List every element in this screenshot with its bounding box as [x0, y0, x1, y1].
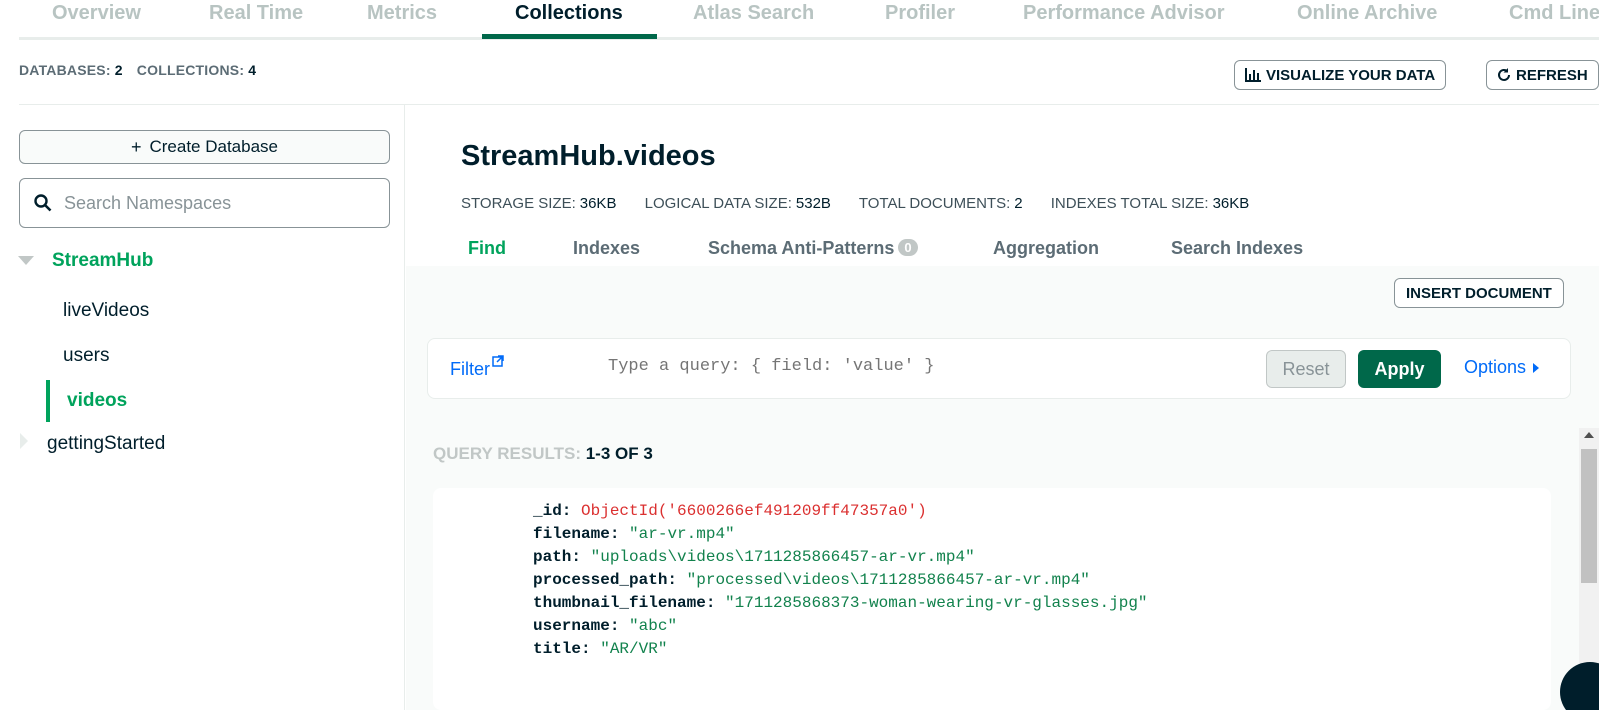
- create-database-label: Create Database: [149, 137, 279, 156]
- tab-overview[interactable]: Overview: [52, 2, 141, 25]
- document-field: username: "abc": [533, 617, 677, 635]
- field-key: thumbnail_filename:: [533, 594, 716, 612]
- collections-label: COLLECTIONS:: [136, 62, 245, 78]
- namespace-sidebar: + Create Database StreamHub liveVideos u…: [0, 105, 405, 710]
- field-value: "ar-vr.mp4": [629, 525, 735, 543]
- query-results-count: 1-3 OF 3: [585, 444, 653, 463]
- query-results-label: QUERY RESULTS:: [433, 444, 581, 463]
- refresh-button[interactable]: REFRESH: [1486, 60, 1599, 90]
- top-nav-tabs: Overview Real Time Metrics Collections A…: [19, 0, 1599, 40]
- options-label: Options: [1464, 357, 1527, 377]
- tab-online-archive[interactable]: Online Archive: [1297, 2, 1437, 25]
- search-namespaces-input[interactable]: [64, 192, 364, 214]
- visualize-data-label: VISUALIZE YOUR DATA: [1266, 66, 1436, 84]
- caret-right-icon: [1533, 362, 1540, 373]
- field-key: title:: [533, 640, 591, 658]
- caret-down-icon[interactable]: [18, 256, 34, 265]
- collection-videos[interactable]: videos: [67, 390, 127, 412]
- document-card[interactable]: _id: ObjectId('6600266ef491209ff47357a0'…: [433, 488, 1551, 710]
- refresh-label: REFRESH: [1516, 66, 1588, 84]
- collection-title: StreamHub.videos: [461, 140, 716, 172]
- database-gettingstarted[interactable]: gettingStarted: [47, 433, 165, 455]
- field-value: "processed\videos\1711285866457-ar-vr.mp…: [686, 571, 1090, 589]
- logical-size-value: 532B: [795, 195, 831, 212]
- collection-livevideos[interactable]: liveVideos: [63, 300, 149, 322]
- schema-count-badge: 0: [898, 239, 918, 256]
- tab-performance-advisor[interactable]: Performance Advisor: [1023, 2, 1225, 25]
- tab-profiler[interactable]: Profiler: [885, 2, 955, 25]
- tab-search-indexes[interactable]: Search Indexes: [1171, 238, 1303, 259]
- namespace-search: [19, 178, 390, 228]
- field-value: ObjectId('6600266ef491209ff47357a0'): [581, 502, 927, 520]
- tab-atlas-search[interactable]: Atlas Search: [693, 2, 814, 25]
- filter-bar: Filter Reset Apply Options: [427, 338, 1571, 399]
- collections-count: 4: [248, 62, 257, 78]
- field-key: processed_path:: [533, 571, 678, 589]
- tab-metrics[interactable]: Metrics: [367, 2, 437, 25]
- document-field: _id: ObjectId('6600266ef491209ff47357a0'…: [533, 502, 927, 520]
- collection-users[interactable]: users: [63, 345, 109, 367]
- bar-chart-icon: [1245, 68, 1261, 82]
- active-tab-indicator: [482, 34, 657, 39]
- field-key: username:: [533, 617, 620, 635]
- document-field: processed_path: "processed\videos\171128…: [533, 571, 1090, 589]
- field-key: filename:: [533, 525, 620, 543]
- create-database-button[interactable]: + Create Database: [19, 130, 390, 164]
- visualize-data-button[interactable]: VISUALIZE YOUR DATA: [1234, 60, 1447, 90]
- document-field: title: "AR/VR": [533, 640, 667, 658]
- tab-aggregation[interactable]: Aggregation: [993, 238, 1099, 259]
- field-key: path:: [533, 548, 582, 566]
- logical-size-label: LOGICAL DATA SIZE:: [644, 195, 792, 212]
- databases-label: DATABASES:: [19, 62, 111, 78]
- tab-real-time[interactable]: Real Time: [209, 2, 303, 25]
- document-field: thumbnail_filename: "1711285868373-woman…: [533, 594, 1148, 612]
- field-key: _id:: [533, 502, 572, 520]
- total-documents-value: 2: [1014, 195, 1023, 212]
- scroll-thumb[interactable]: [1581, 449, 1597, 583]
- reset-button[interactable]: Reset: [1266, 350, 1346, 388]
- document-field: filename: "ar-vr.mp4": [533, 525, 735, 543]
- scroll-up-arrow-icon[interactable]: [1584, 432, 1594, 438]
- tab-find[interactable]: Find: [468, 238, 506, 259]
- filter-label: Filter: [450, 359, 490, 379]
- database-streamhub[interactable]: StreamHub: [52, 250, 153, 272]
- active-collection-indicator: [46, 380, 50, 422]
- insert-document-button[interactable]: INSERT DOCUMENT: [1394, 278, 1564, 308]
- collection-stats: STORAGE SIZE: 36KB LOGICAL DATA SIZE: 532B…: [461, 195, 1273, 212]
- caret-right-icon[interactable]: [20, 433, 28, 449]
- field-value: "uploads\videos\1711285866457-ar-vr.mp4": [590, 548, 975, 566]
- options-link[interactable]: Options: [1464, 357, 1540, 378]
- field-value: "abc": [629, 617, 678, 635]
- field-value: "AR/VR": [600, 640, 668, 658]
- tab-indexes[interactable]: Indexes: [573, 238, 640, 259]
- databases-count: 2: [114, 62, 123, 78]
- field-value: "1711285868373-woman-wearing-vr-glasses.…: [725, 594, 1148, 612]
- tab-collections[interactable]: Collections: [515, 2, 623, 25]
- query-results: QUERY RESULTS: 1-3 OF 3: [433, 444, 653, 464]
- refresh-icon: [1498, 68, 1510, 81]
- plus-icon: +: [130, 136, 142, 157]
- indexes-size-value: 36KB: [1212, 195, 1250, 212]
- total-documents-label: TOTAL DOCUMENTS:: [858, 195, 1011, 212]
- storage-size-value: 36KB: [579, 195, 617, 212]
- cluster-stats: DATABASES: 2 COLLECTIONS: 4: [19, 62, 266, 78]
- document-field: path: "uploads\videos\1711285866457-ar-v…: [533, 548, 975, 566]
- apply-button[interactable]: Apply: [1358, 350, 1441, 388]
- filter-link[interactable]: Filter: [450, 355, 504, 380]
- storage-size-label: STORAGE SIZE:: [461, 195, 576, 212]
- tab-schema-anti-patterns[interactable]: Schema Anti-Patterns 0: [708, 238, 918, 259]
- query-input[interactable]: [608, 357, 1208, 376]
- external-link-icon: [492, 355, 504, 367]
- search-icon: [34, 194, 52, 212]
- tab-cmd-line[interactable]: Cmd Line: [1509, 2, 1599, 25]
- indexes-size-label: INDEXES TOTAL SIZE:: [1050, 195, 1209, 212]
- schema-anti-patterns-label: Schema Anti-Patterns: [708, 238, 895, 258]
